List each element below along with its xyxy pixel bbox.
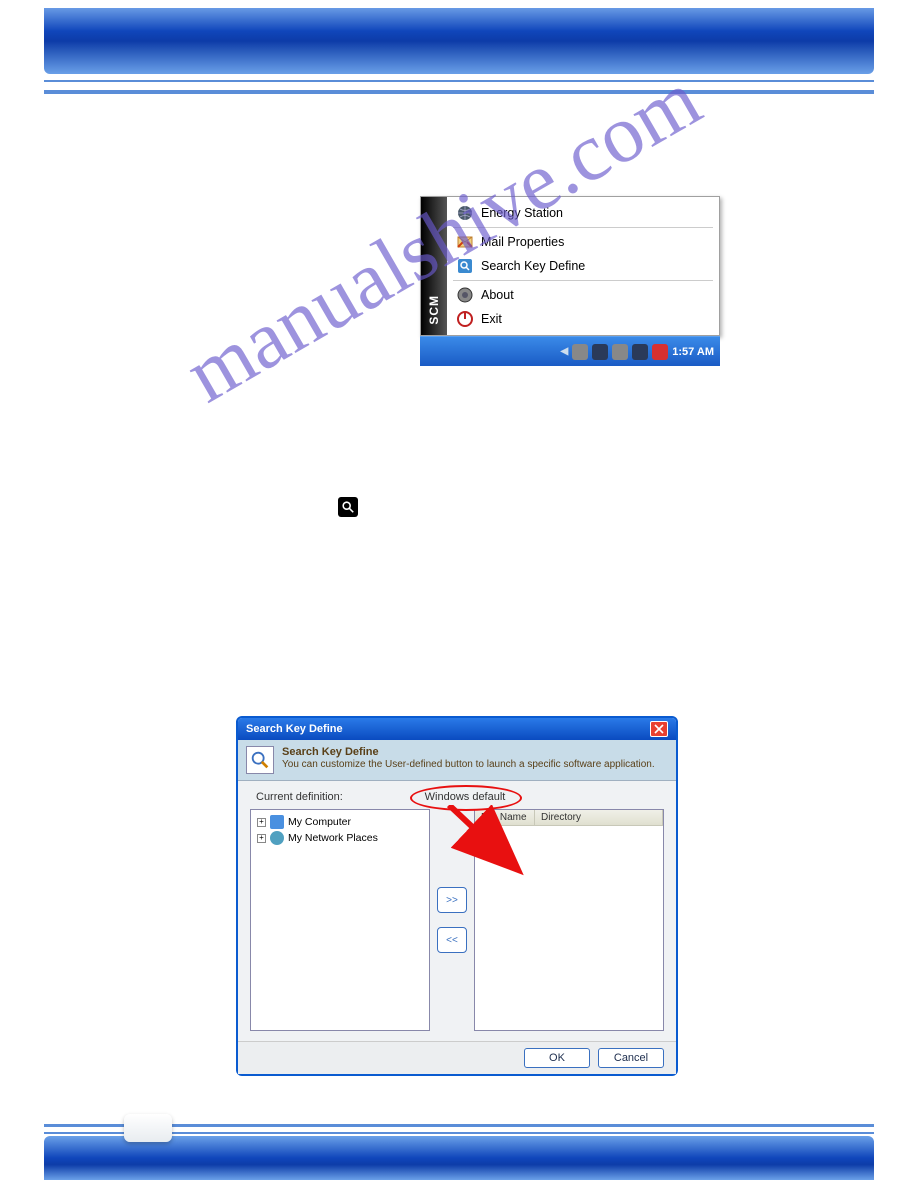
- search-define-icon: [457, 258, 473, 274]
- network-places-icon: [270, 831, 284, 845]
- close-button[interactable]: [650, 721, 668, 737]
- search-banner-icon: [246, 746, 274, 774]
- cancel-button[interactable]: Cancel: [598, 1048, 664, 1068]
- scm-menu-sidebar: SCM: [421, 197, 447, 335]
- magnify-key-icon: [338, 497, 358, 517]
- col-directory[interactable]: Directory: [535, 810, 663, 825]
- menu-item-label: Mail Properties: [481, 235, 564, 249]
- tree-pane[interactable]: + My Computer + My Network Places: [250, 809, 430, 1031]
- dialog-footer: OK Cancel: [238, 1041, 676, 1074]
- menu-item-label: Energy Station: [481, 206, 563, 220]
- mail-icon: [457, 234, 473, 250]
- tree-expand-icon[interactable]: +: [257, 834, 266, 843]
- tree-item-network-places[interactable]: + My Network Places: [257, 830, 423, 846]
- list-header: File Name Directory: [475, 810, 663, 826]
- tray-shield-icon: [652, 344, 668, 360]
- page-number-badge: [124, 1114, 172, 1142]
- remove-button[interactable]: <<: [437, 927, 467, 953]
- menu-separator: [453, 227, 713, 228]
- dialog-banner: Search Key Define You can customize the …: [238, 740, 676, 781]
- scm-context-menu: SCM Energy Station Mail Properties Se: [420, 196, 720, 336]
- red-ellipse-annotation: [410, 785, 522, 811]
- menu-item-energy-station[interactable]: Energy Station: [447, 201, 719, 225]
- tray-icon: [592, 344, 608, 360]
- exit-icon: [457, 311, 473, 327]
- add-button[interactable]: >>: [437, 887, 467, 913]
- menu-item-mail-properties[interactable]: Mail Properties: [447, 230, 719, 254]
- tree-expand-icon[interactable]: +: [257, 818, 266, 827]
- globe-icon: [457, 205, 473, 221]
- menu-item-label: Search Key Define: [481, 259, 585, 273]
- list-pane[interactable]: File Name Directory: [474, 809, 664, 1031]
- menu-item-search-key-define[interactable]: Search Key Define: [447, 254, 719, 278]
- ok-button[interactable]: OK: [524, 1048, 590, 1068]
- menu-item-about[interactable]: About: [447, 283, 719, 307]
- tree-label: My Network Places: [288, 832, 378, 844]
- tray-icon: [612, 344, 628, 360]
- menu-item-exit[interactable]: Exit: [447, 307, 719, 331]
- banner-desc: You can customize the User-defined butto…: [282, 759, 655, 770]
- tray-arrow-icon: ◀: [561, 346, 569, 357]
- col-file-name[interactable]: File Name: [475, 810, 535, 825]
- dialog-panes: + My Computer + My Network Places >> << …: [250, 809, 664, 1031]
- tree-item-my-computer[interactable]: + My Computer: [257, 814, 423, 830]
- dialog-titlebar: Search Key Define: [238, 718, 676, 740]
- tray-icon: [632, 344, 648, 360]
- page-footer-banner: [44, 1136, 874, 1180]
- page-header-banner: [44, 8, 874, 74]
- menu-item-label: About: [481, 288, 514, 302]
- dialog-title-text: Search Key Define: [246, 723, 343, 735]
- scm-menu-items: Energy Station Mail Properties Search Ke…: [447, 197, 719, 335]
- banner-title: Search Key Define: [282, 746, 655, 758]
- page-header-rule: [44, 80, 874, 94]
- dialog-banner-text: Search Key Define You can customize the …: [282, 746, 655, 770]
- search-key-define-dialog: Search Key Define Search Key Define You …: [236, 716, 678, 1076]
- menu-item-label: Exit: [481, 312, 502, 326]
- page-footer: [44, 1124, 874, 1180]
- windows-taskbar: ◀ 1:57 AM: [420, 336, 720, 366]
- menu-separator: [453, 280, 713, 281]
- about-icon: [457, 287, 473, 303]
- current-definition-row: Current definition: Windows default: [250, 791, 664, 803]
- tray-icon: [572, 344, 588, 360]
- current-definition-label: Current definition:: [250, 791, 400, 803]
- scm-menu-screenshot: SCM Energy Station Mail Properties Se: [420, 196, 720, 366]
- scm-label: SCM: [427, 295, 441, 325]
- dialog-body: Current definition: Windows default + My…: [238, 781, 676, 1041]
- transfer-buttons: >> <<: [430, 809, 474, 1031]
- tree-label: My Computer: [288, 816, 351, 828]
- computer-icon: [270, 815, 284, 829]
- taskbar-clock: 1:57 AM: [672, 346, 714, 358]
